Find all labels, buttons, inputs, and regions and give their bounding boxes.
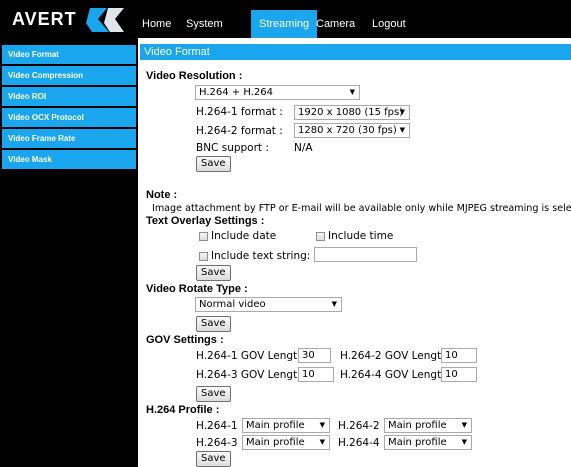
h264-1-format-label: H.264-1 format : (196, 106, 283, 118)
sidebar-item-video-compression[interactable]: Video Compression (2, 66, 136, 85)
resolution-mode-select[interactable]: H.264 + H.264 ▼ (195, 85, 360, 100)
h264-2-format-select[interactable]: 1280 x 720 (30 fps) ▼ (294, 123, 410, 138)
gov-settings-heading: GOV Settings : (146, 334, 224, 346)
chevron-down-icon: ▼ (331, 300, 337, 308)
avertx-logo[interactable]: AVERT (12, 5, 127, 33)
profile-1-label: H.264-1 : (196, 420, 245, 432)
text-overlay-heading: Text Overlay Settings : (146, 215, 265, 227)
h264-2-format-label: H.264-2 format : (196, 125, 283, 137)
text-string-input[interactable] (314, 247, 417, 262)
note-heading: Note : (146, 189, 178, 201)
nav-logout[interactable]: Logout (364, 10, 414, 38)
profile-save-button[interactable]: Save (196, 451, 231, 467)
sidebar-item-video-roi[interactable]: Video ROI (2, 87, 136, 106)
sidebar-item-video-ocx-protocol[interactable]: Video OCX Protocol (2, 108, 136, 127)
include-text-string-label: Include text string: (211, 250, 311, 262)
note-text: Image attachment by FTP or E-mail will b… (152, 203, 571, 214)
gov-2-label: H.264-2 GOV Length : (340, 350, 455, 362)
include-date-label: Include date (211, 230, 277, 242)
gov-4-label: H.264-4 GOV Length : (340, 369, 455, 381)
chevron-down-icon: ▼ (461, 438, 467, 446)
video-rotate-select[interactable]: Normal video ▼ (195, 297, 342, 312)
h264-profile-heading: H.264 Profile : (146, 404, 220, 416)
profile-1-select[interactable]: Main profile ▼ (242, 418, 330, 433)
profile-3-value: Main profile (246, 437, 305, 448)
include-date-checkbox[interactable] (199, 232, 208, 241)
gov-2-input[interactable]: 10 (441, 348, 477, 363)
gov-4-input[interactable]: 10 (441, 367, 477, 382)
include-time-checkbox[interactable] (316, 232, 325, 241)
gov-3-label: H.264-3 GOV Length : (196, 369, 311, 381)
chevron-down-icon: ▼ (461, 421, 467, 429)
profile-2-select[interactable]: Main profile ▼ (384, 418, 472, 433)
bnc-support-value: N/A (294, 142, 313, 154)
resolution-save-button[interactable]: Save (196, 156, 231, 172)
video-resolution-heading: Video Resolution : (146, 70, 243, 82)
nav-camera[interactable]: Camera (308, 10, 363, 38)
profile-2-value: Main profile (388, 420, 447, 431)
chevron-down-icon: ▼ (319, 438, 325, 446)
profile-4-label: H.264-4 : (338, 437, 387, 449)
video-rotate-heading: Video Rotate Type : (146, 283, 248, 295)
overlay-save-button[interactable]: Save (196, 265, 231, 281)
gov-1-input[interactable]: 30 (298, 348, 331, 363)
h264-1-format-select[interactable]: 1920 x 1080 (15 fps) ▼ (294, 105, 410, 120)
resolution-mode-value: H.264 + H.264 (199, 87, 273, 98)
bnc-support-label: BNC support : (196, 142, 269, 154)
profile-3-label: H.264-3 : (196, 437, 245, 449)
logo-text: AVERT (12, 9, 77, 29)
include-text-string-checkbox[interactable] (199, 252, 208, 261)
include-time-label: Include time (328, 230, 394, 242)
page-title: Video Format (140, 44, 571, 60)
gov-save-button[interactable]: Save (196, 386, 231, 402)
profile-2-label: H.264-2 : (338, 420, 387, 432)
chevron-down-icon: ▼ (349, 88, 355, 96)
gov-1-label: H.264-1 GOV Length : (196, 350, 311, 362)
nav-system[interactable]: System (178, 10, 231, 38)
profile-4-value: Main profile (388, 437, 447, 448)
chevron-down-icon: ▼ (399, 126, 405, 134)
profile-4-select[interactable]: Main profile ▼ (384, 435, 472, 450)
h264-1-format-value: 1920 x 1080 (15 fps) (298, 107, 404, 118)
profile-1-value: Main profile (246, 420, 305, 431)
sidebar-item-video-format[interactable]: Video Format (2, 45, 136, 64)
video-rotate-value: Normal video (199, 299, 266, 310)
h264-2-format-value: 1280 x 720 (30 fps) (298, 125, 397, 136)
profile-3-select[interactable]: Main profile ▼ (242, 435, 330, 450)
rotate-save-button[interactable]: Save (196, 316, 231, 332)
nav-home[interactable]: Home (134, 10, 179, 38)
chevron-down-icon: ▼ (399, 108, 405, 116)
top-navigation-bar: AVERT Home System Streaming Camera Logou… (0, 0, 571, 38)
sidebar: Video Format Video Compression Video ROI… (0, 38, 138, 467)
sidebar-item-video-mask[interactable]: Video Mask (2, 150, 136, 169)
gov-3-input[interactable]: 10 (298, 367, 334, 382)
sidebar-item-video-frame-rate[interactable]: Video Frame Rate (2, 129, 136, 148)
chevron-down-icon: ▼ (319, 421, 325, 429)
